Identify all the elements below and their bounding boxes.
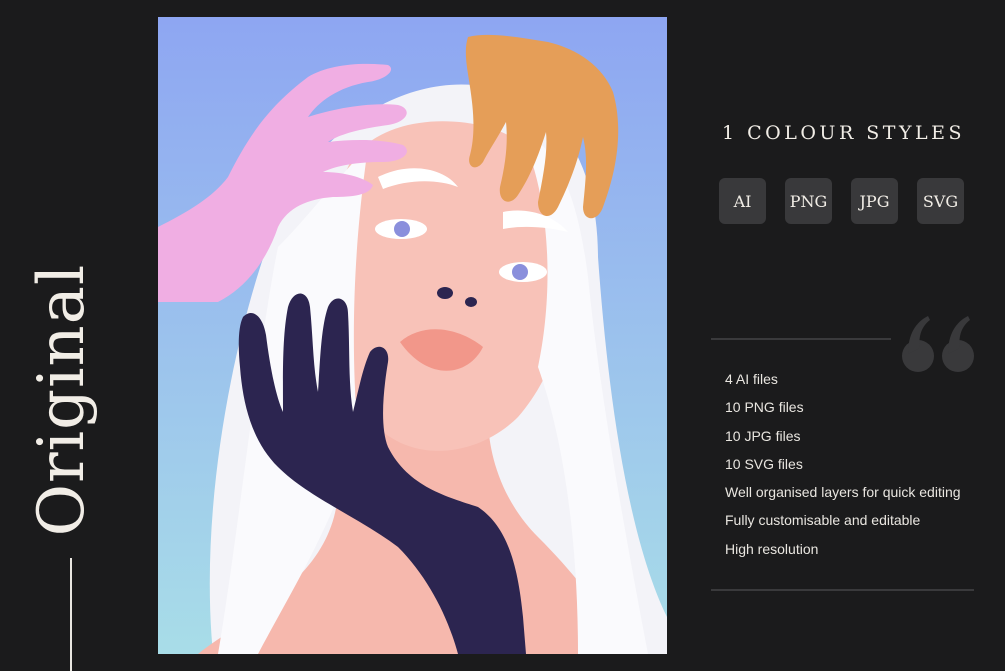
feature-item: Fully customisable and editable	[725, 512, 921, 529]
divider-top	[711, 338, 891, 340]
nostril-left	[437, 287, 453, 299]
feature-item: 10 SVG files	[725, 455, 803, 472]
iris-left	[394, 221, 410, 237]
divider-bottom	[711, 589, 974, 591]
iris-right	[512, 264, 528, 280]
artwork-illustration	[158, 17, 667, 654]
feature-item: High resolution	[725, 540, 819, 557]
nostril-right	[465, 297, 477, 307]
format-badge-ai: AI	[719, 178, 766, 224]
format-badge-png: PNG	[785, 178, 832, 224]
feature-item: Well organised layers for quick editing	[725, 484, 961, 501]
feature-item: 10 JPG files	[725, 427, 801, 444]
format-badge-svg: SVG	[917, 178, 964, 224]
feature-item: 4 AI files	[725, 371, 778, 387]
vertical-title: Original	[25, 263, 99, 537]
features-list: 4 AI files 10 PNG files 10 JPG files 10 …	[725, 369, 961, 567]
vertical-divider	[70, 558, 72, 671]
format-badge-jpg: JPG	[851, 178, 898, 224]
feature-item: 10 PNG files	[725, 399, 804, 416]
colour-styles-heading: 1 COLOUR STYLES	[722, 122, 966, 144]
